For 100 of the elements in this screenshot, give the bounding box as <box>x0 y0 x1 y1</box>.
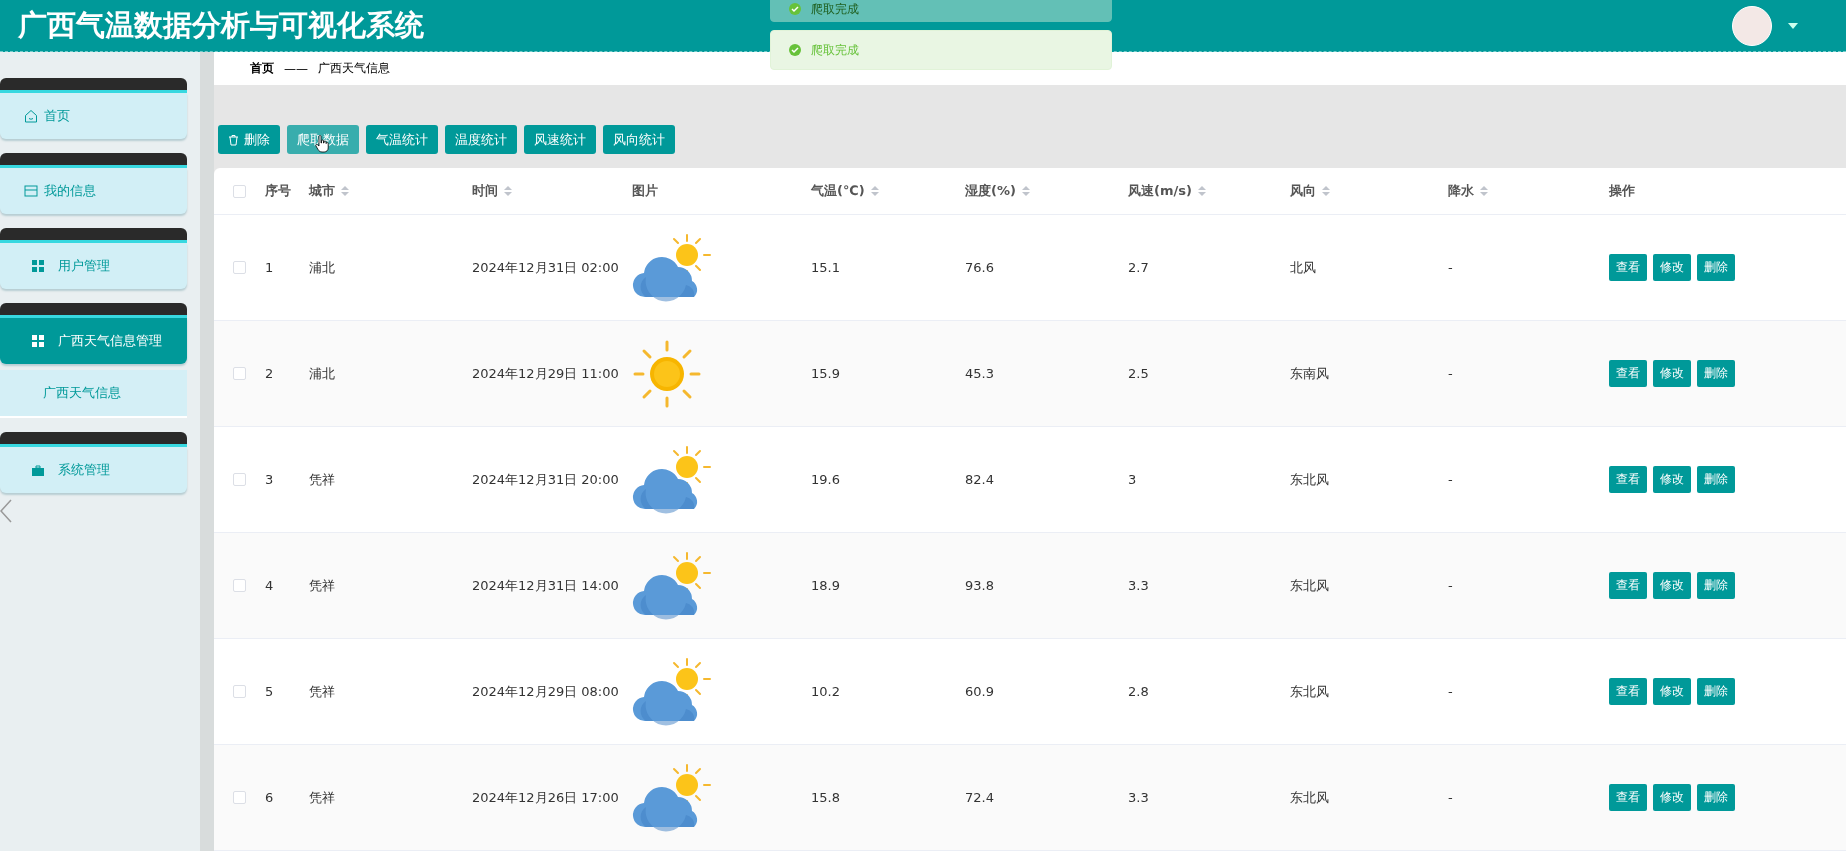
toolbar-button[interactable]: 风速统计 <box>524 125 596 154</box>
sidebar-item[interactable]: 用户管理 <box>0 243 187 289</box>
table-cell: 2024年12月31日 02:00 <box>472 258 619 277</box>
checkbox[interactable] <box>233 579 246 592</box>
table-cell: 2.5 <box>1128 366 1149 381</box>
column-header: 图片 <box>632 182 658 200</box>
checkbox[interactable] <box>233 791 246 804</box>
row-action-button[interactable]: 修改 <box>1653 360 1691 387</box>
table-cell: 东北风 <box>1290 470 1329 489</box>
app-title: 广西气温数据分析与可视化系统 <box>18 6 424 44</box>
submenu-item[interactable]: 广西天气信息 <box>0 370 187 418</box>
row-action-button[interactable]: 删除 <box>1697 572 1735 599</box>
collapse-icon[interactable] <box>0 499 12 523</box>
sun-behind-cloud-icon <box>632 232 712 303</box>
caret-icon[interactable] <box>1788 22 1798 29</box>
table-cell: 45.3 <box>965 366 994 381</box>
sort-icon[interactable] <box>1322 185 1330 197</box>
checkbox[interactable] <box>233 261 246 274</box>
sort-icon[interactable] <box>504 185 512 197</box>
table-cell: 2024年12月29日 08:00 <box>472 682 619 701</box>
table-cell: 15.1 <box>811 260 840 275</box>
table-cell: 东北风 <box>1290 788 1329 807</box>
breadcrumb-link[interactable]: 首页 <box>250 60 274 77</box>
avatar[interactable] <box>1732 5 1772 46</box>
sort-icon[interactable] <box>1021 185 1030 197</box>
table-cell: - <box>1448 260 1453 275</box>
sidebar-item[interactable]: 系统管理 <box>0 447 187 493</box>
column-header: 湿度(%) <box>965 182 1016 200</box>
checkbox[interactable] <box>233 184 246 198</box>
table-cell: - <box>1448 578 1453 593</box>
row-action-button[interactable]: 修改 <box>1653 254 1691 281</box>
row-action-button[interactable]: 查看 <box>1609 466 1647 493</box>
column-header: 序号 <box>265 182 291 200</box>
table-cell: 5 <box>265 684 274 699</box>
table-cell: 2.7 <box>1128 260 1149 275</box>
table-cell: 2024年12月31日 20:00 <box>472 470 619 489</box>
notification-text: 爬取完成 <box>811 41 859 59</box>
sun-behind-cloud-icon <box>632 444 712 515</box>
column-header: 时间 <box>472 182 498 200</box>
table-cell: 82.4 <box>965 472 994 487</box>
table-cell: 2.8 <box>1128 684 1149 699</box>
checkbox[interactable] <box>233 367 246 380</box>
check-icon <box>789 3 801 15</box>
table-cell: 北风 <box>1290 258 1316 277</box>
sort-icon[interactable] <box>341 185 349 197</box>
row-action-button[interactable]: 修改 <box>1653 784 1691 811</box>
checkbox[interactable] <box>233 685 246 698</box>
table-cell: 19.6 <box>811 472 840 487</box>
row-action-button[interactable]: 修改 <box>1653 678 1691 705</box>
table-cell: 15.9 <box>811 366 840 381</box>
row-action-button[interactable]: 查看 <box>1609 784 1647 811</box>
table-cell: 3 <box>265 472 274 487</box>
row-action-button[interactable]: 查看 <box>1609 254 1647 281</box>
sort-icon[interactable] <box>1480 185 1488 197</box>
row-action-button[interactable]: 删除 <box>1697 254 1735 281</box>
sort-icon[interactable] <box>870 185 879 197</box>
trash-icon <box>228 133 239 146</box>
sort-icon[interactable] <box>1197 185 1206 197</box>
row-action-button[interactable]: 查看 <box>1609 572 1647 599</box>
toolbar-button[interactable]: 风向统计 <box>603 125 675 154</box>
table-cell: 2024年12月26日 17:00 <box>472 788 619 807</box>
table-cell: 东北风 <box>1290 576 1329 595</box>
row-action-button[interactable]: 修改 <box>1653 466 1691 493</box>
table-cell: 15.8 <box>811 790 840 805</box>
row-action-button[interactable]: 删除 <box>1697 784 1735 811</box>
check-icon <box>789 44 801 56</box>
grid-icon <box>32 335 44 347</box>
table-cell: 76.6 <box>965 260 994 275</box>
table-cell: 18.9 <box>811 578 840 593</box>
row-action-button[interactable]: 删除 <box>1697 360 1735 387</box>
sidebar-item[interactable]: 广西天气信息管理 <box>0 318 187 364</box>
sidebar-item[interactable]: 我的信息 <box>0 168 187 214</box>
table-cell: - <box>1448 366 1453 381</box>
row-action-button[interactable]: 查看 <box>1609 678 1647 705</box>
table-cell: - <box>1448 472 1453 487</box>
table-cell: 东北风 <box>1290 682 1329 701</box>
table-cell: 2024年12月31日 14:00 <box>472 576 619 595</box>
column-header: 城市 <box>309 182 335 200</box>
row-action-button[interactable]: 删除 <box>1697 678 1735 705</box>
column-header: 气温(℃) <box>811 182 865 200</box>
checkbox[interactable] <box>233 473 246 486</box>
toolbar-button[interactable]: 删除 <box>218 125 280 154</box>
table-cell: 3.3 <box>1128 790 1149 805</box>
table-cell: 凭祥 <box>309 788 335 807</box>
table-cell: 2024年12月29日 11:00 <box>472 364 619 383</box>
table-cell: 浦北 <box>309 258 335 277</box>
table-cell: - <box>1448 790 1453 805</box>
sidebar-item[interactable]: 首页 <box>0 93 187 139</box>
row-action-button[interactable]: 删除 <box>1697 466 1735 493</box>
toolbar-button[interactable]: 气温统计 <box>366 125 438 154</box>
table-cell: 60.9 <box>965 684 994 699</box>
row-action-button[interactable]: 查看 <box>1609 360 1647 387</box>
row-action-button[interactable]: 修改 <box>1653 572 1691 599</box>
sun-behind-cloud-icon <box>632 762 712 833</box>
sun-icon <box>632 338 702 409</box>
sun-behind-cloud-icon <box>632 550 712 621</box>
toolbar-button[interactable]: 温度统计 <box>445 125 517 154</box>
column-header: 降水 <box>1448 182 1474 200</box>
table-cell: 6 <box>265 790 274 805</box>
table-cell: 10.2 <box>811 684 840 699</box>
